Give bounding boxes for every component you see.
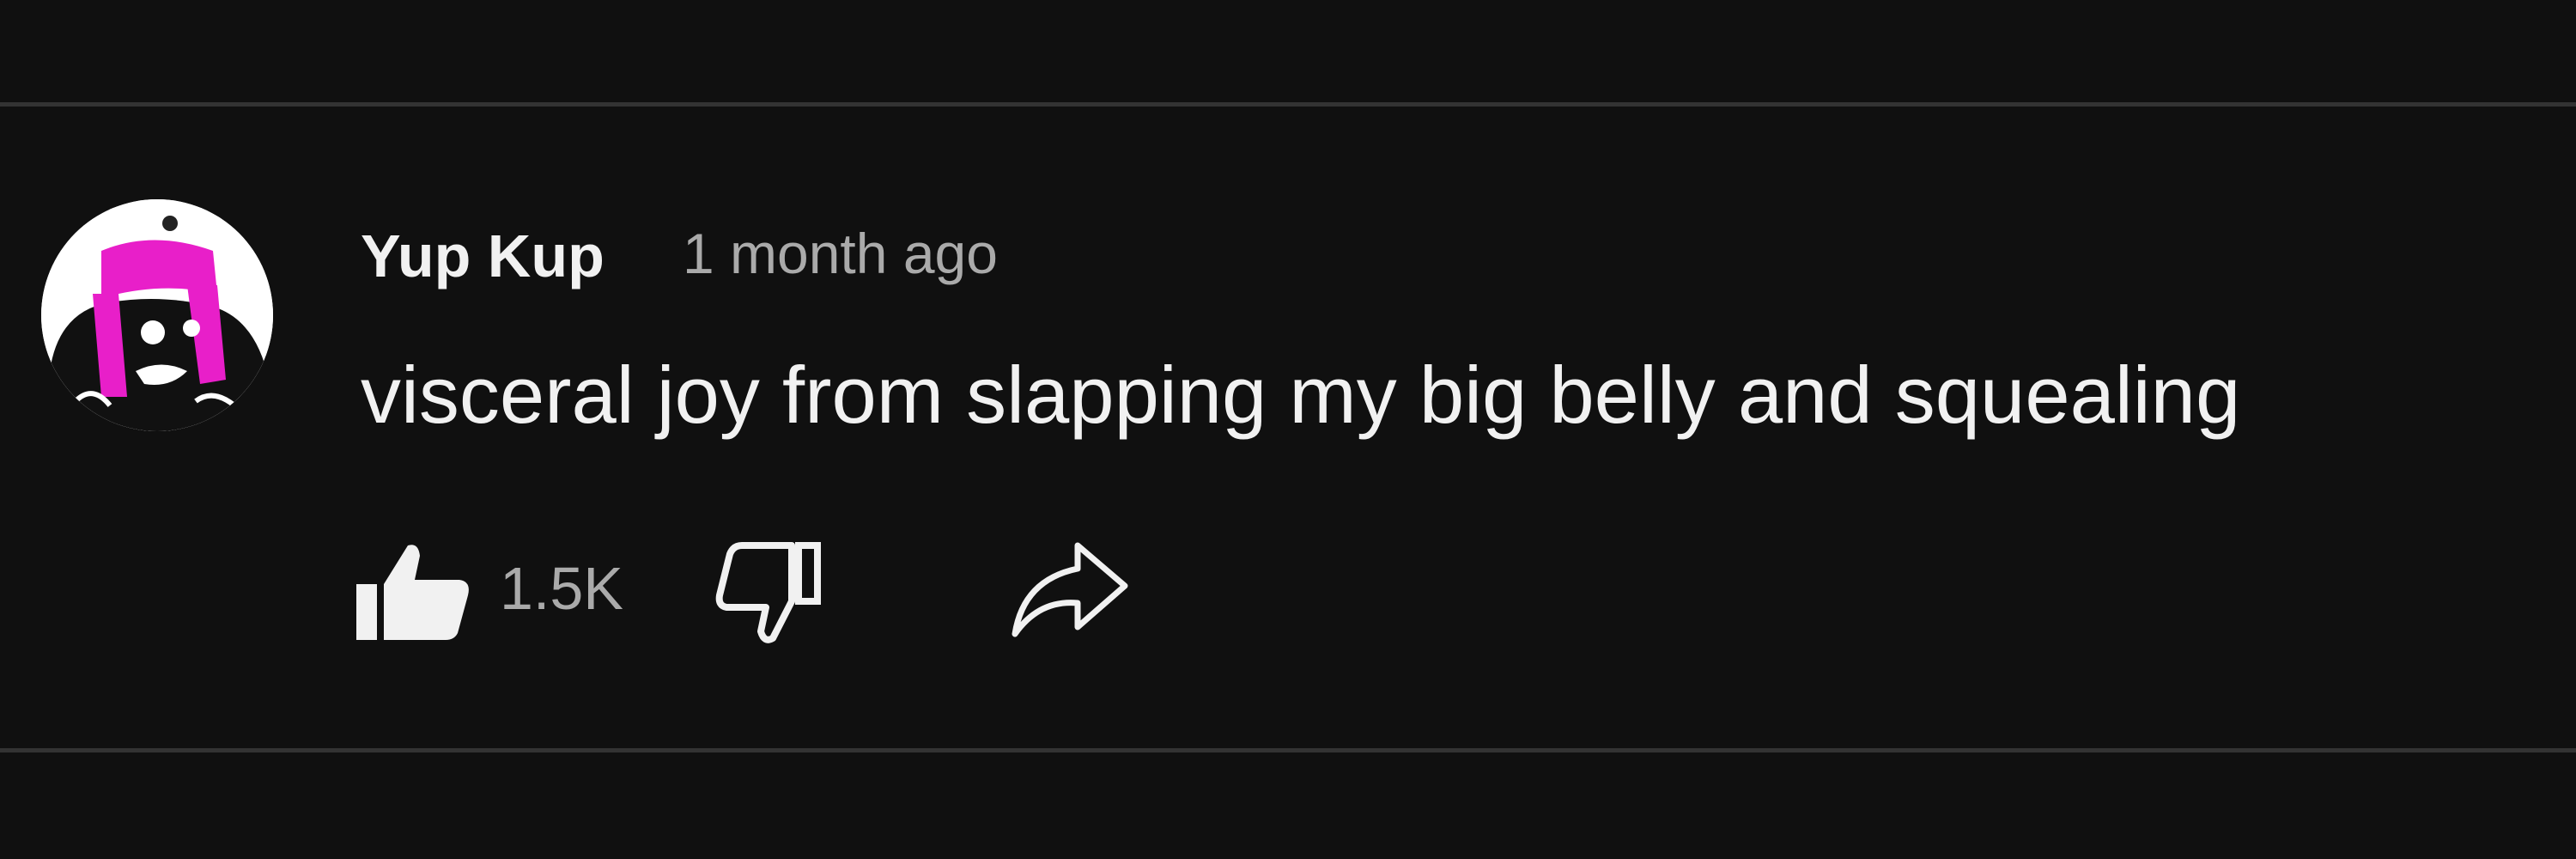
divider-top (0, 102, 2576, 107)
author-name[interactable]: Yup Kup (361, 217, 605, 295)
dislike-button[interactable] (713, 537, 833, 649)
divider-bottom (0, 748, 2576, 752)
thumbs-up-icon (356, 545, 469, 640)
thumbs-down-icon (715, 542, 821, 643)
share-arrow-icon (1012, 542, 1128, 637)
avatar[interactable] (41, 199, 273, 431)
comment-text: visceral joy from slapping my big belly … (361, 350, 2241, 440)
share-button[interactable] (1005, 533, 1133, 644)
comment-section: Yup Kup 1 month ago visceral joy from sl… (0, 0, 2576, 859)
avatar-image (41, 199, 273, 431)
like-button[interactable] (348, 537, 477, 649)
comment-timestamp[interactable]: 1 month ago (683, 215, 998, 292)
like-count: 1.5K (500, 555, 623, 622)
